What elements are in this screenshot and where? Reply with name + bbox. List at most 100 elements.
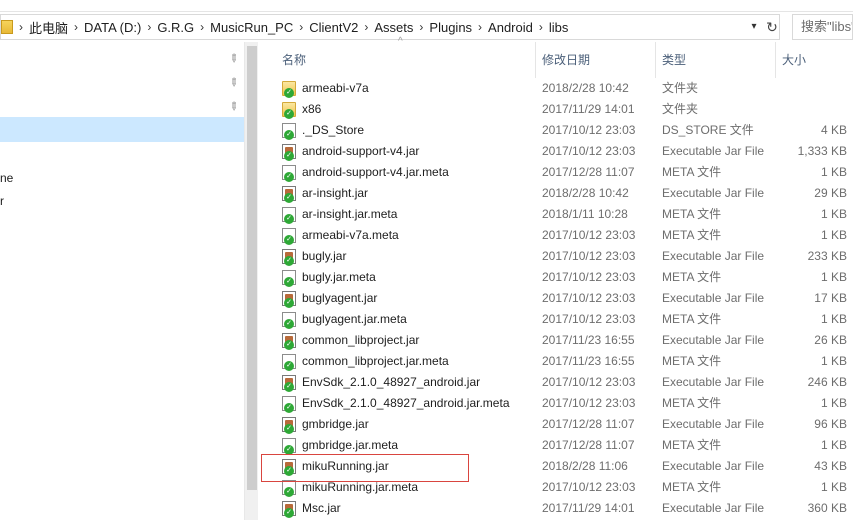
file-size: 26 KB: [814, 333, 847, 347]
file-row[interactable]: ✓ bugly.jar 2017/10/12 23:03 Executable …: [258, 246, 853, 267]
file-name: buglyagent.jar.meta: [302, 312, 407, 326]
file-row[interactable]: ✓ gmbridge.jar 2017/12/28 11:07 Executab…: [258, 414, 853, 435]
file-name: android-support-v4.jar.meta: [302, 165, 449, 179]
file-date: 2017/10/12 23:03: [542, 396, 636, 410]
file-type: META 文件: [662, 207, 722, 221]
file-row[interactable]: ✓ buglyagent.jar.meta 2017/10/12 23:03 M…: [258, 309, 853, 330]
file-date: 2017/10/12 23:03: [542, 228, 636, 242]
file-name: armeabi-v7a.meta: [302, 228, 399, 242]
file-name: Msc.jar: [302, 501, 341, 515]
file-name: android-support-v4.jar: [302, 144, 420, 158]
file-date: 2017/10/12 23:03: [542, 312, 636, 326]
file-size: 1,333 KB: [797, 144, 847, 158]
pin-icon[interactable]: ✎: [226, 99, 242, 114]
file-type: META 文件: [662, 165, 722, 179]
file-row[interactable]: ✓ Msc.jar 2017/11/29 14:01 Executable Ja…: [258, 498, 853, 519]
breadcrumb-this-pc[interactable]: 此电脑: [29, 18, 68, 37]
breadcrumb-plugins[interactable]: Plugins: [429, 20, 472, 35]
breadcrumb-libs[interactable]: libs: [549, 20, 569, 35]
file-size: 29 KB: [814, 186, 847, 200]
sync-check-icon: ✓: [284, 361, 294, 371]
file-row-highlighted[interactable]: ✓ mikuRunning.jar 2018/2/28 11:06 Execut…: [258, 456, 853, 477]
file-date: 2017/11/23 16:55: [542, 354, 635, 368]
scrollbar-thumb[interactable]: [247, 46, 257, 490]
file-type: Executable Jar File: [662, 501, 765, 515]
file-type: Executable Jar File: [662, 249, 765, 263]
file-row[interactable]: ✓ android-support-v4.jar 2017/10/12 23:0…: [258, 141, 853, 162]
file-name: mikuRunning.jar.meta: [302, 480, 419, 494]
chevron-right-icon[interactable]: ›: [19, 20, 23, 34]
sync-check-icon: ✓: [284, 403, 294, 413]
breadcrumb-assets[interactable]: Assets: [374, 20, 413, 35]
column-type[interactable]: 类型: [656, 42, 776, 78]
sync-check-icon: ✓: [284, 466, 294, 476]
chevron-right-icon[interactable]: ›: [364, 20, 368, 34]
file-row[interactable]: ✓ ._DS_Store 2017/10/12 23:03 DS_STORE 文…: [258, 120, 853, 141]
chevron-right-icon[interactable]: ›: [539, 20, 543, 34]
file-row[interactable]: ✓ mikuRunning.jar.meta 2017/10/12 23:03 …: [258, 477, 853, 498]
breadcrumb-clientv2[interactable]: ClientV2: [309, 20, 358, 35]
file-name: common_libproject.jar.meta: [302, 354, 449, 368]
sync-check-icon: ✓: [284, 172, 294, 182]
file-type: Executable Jar File: [662, 333, 765, 347]
file-name: bugly.jar: [302, 249, 347, 263]
file-type: Executable Jar File: [662, 375, 765, 389]
file-name: EnvSdk_2.1.0_48927_android.jar.meta: [302, 396, 510, 410]
pin-icon[interactable]: ✎: [226, 51, 242, 66]
breadcrumb-grg[interactable]: G.R.G: [157, 20, 194, 35]
file-date: 2017/10/12 23:03: [542, 270, 636, 284]
file-name: ar-insight.jar: [302, 186, 369, 200]
file-size: 1 KB: [820, 354, 847, 368]
chevron-right-icon[interactable]: ›: [74, 20, 78, 34]
file-date: 2017/10/12 23:03: [542, 249, 636, 263]
file-date: 2017/10/12 23:03: [542, 375, 636, 389]
chevron-down-icon[interactable]: ▾: [745, 15, 763, 39]
search-input[interactable]: 搜索"libs": [792, 14, 853, 40]
column-name[interactable]: 名称: [276, 42, 536, 78]
address-bar[interactable]: › 此电脑 › DATA (D:) › G.R.G › MusicRun_PC …: [0, 14, 780, 40]
file-name: common_libproject.jar: [302, 333, 420, 347]
file-row[interactable]: ✓ armeabi-v7a.meta 2017/10/12 23:03 META…: [258, 225, 853, 246]
file-size: 43 KB: [814, 459, 847, 473]
file-date: 2017/10/12 23:03: [542, 291, 636, 305]
chevron-right-icon[interactable]: ›: [478, 20, 482, 34]
file-type: 文件夹: [662, 102, 699, 116]
file-row[interactable]: ✓ EnvSdk_2.1.0_48927_android.jar 2017/10…: [258, 372, 853, 393]
file-row[interactable]: ✓ common_libproject.jar.meta 2017/11/23 …: [258, 351, 853, 372]
column-size[interactable]: 大小: [776, 42, 853, 78]
chevron-right-icon[interactable]: ›: [419, 20, 423, 34]
sync-check-icon: ✓: [284, 130, 294, 140]
file-date: 2018/2/28 10:42: [542, 81, 629, 95]
breadcrumb-musicrun-pc[interactable]: MusicRun_PC: [210, 20, 293, 35]
nav-item-label[interactable]: r: [0, 194, 4, 208]
file-type: Executable Jar File: [662, 417, 765, 431]
nav-scrollbar[interactable]: [244, 42, 258, 520]
file-type: META 文件: [662, 228, 722, 242]
file-row[interactable]: ✓ buglyagent.jar 2017/10/12 23:03 Execut…: [258, 288, 853, 309]
file-row[interactable]: ✓ android-support-v4.jar.meta 2017/12/28…: [258, 162, 853, 183]
chevron-right-icon[interactable]: ›: [299, 20, 303, 34]
file-size: 1 KB: [820, 165, 847, 179]
refresh-icon[interactable]: ↻: [763, 15, 781, 39]
column-date[interactable]: 修改日期: [536, 42, 656, 78]
file-date: 2018/2/28 10:42: [542, 186, 629, 200]
nav-item-label[interactable]: ne: [0, 171, 13, 185]
chevron-right-icon[interactable]: ›: [200, 20, 204, 34]
file-size: 96 KB: [814, 417, 847, 431]
file-row[interactable]: ✓ common_libproject.jar 2017/11/23 16:55…: [258, 330, 853, 351]
chevron-right-icon[interactable]: ›: [147, 20, 151, 34]
pin-icon[interactable]: ✎: [226, 75, 242, 90]
file-row[interactable]: ✓ x86 2017/11/29 14:01 文件夹: [258, 99, 853, 120]
file-row[interactable]: ✓ EnvSdk_2.1.0_48927_android.jar.meta 20…: [258, 393, 853, 414]
sync-check-icon: ✓: [284, 277, 294, 287]
folder-icon: [1, 20, 13, 34]
file-row[interactable]: ✓ bugly.jar.meta 2017/10/12 23:03 META 文…: [258, 267, 853, 288]
file-row[interactable]: ✓ ar-insight.jar.meta 2018/1/11 10:28 ME…: [258, 204, 853, 225]
file-row[interactable]: ✓ ar-insight.jar 2018/2/28 10:42 Executa…: [258, 183, 853, 204]
column-header: ^ 名称 修改日期 类型 大小: [258, 36, 853, 78]
nav-item-selected[interactable]: [0, 117, 244, 142]
file-row[interactable]: ✓ armeabi-v7a 2018/2/28 10:42 文件夹: [258, 78, 853, 99]
file-row[interactable]: ✓ gmbridge.jar.meta 2017/12/28 11:07 MET…: [258, 435, 853, 456]
breadcrumb-data-drive[interactable]: DATA (D:): [84, 20, 141, 35]
breadcrumb-android[interactable]: Android: [488, 20, 533, 35]
